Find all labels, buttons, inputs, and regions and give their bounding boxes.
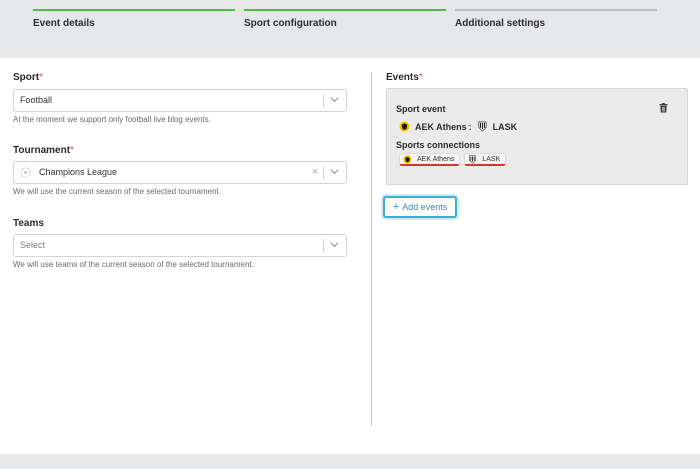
sports-connections-title: Sports connections [396,140,481,150]
required-mark: * [418,72,423,83]
tournament-select-value: Champions League [39,167,118,177]
step-event-details[interactable]: Event details [33,9,235,33]
sport-label: Sport* [13,72,43,83]
connection-chip-lask[interactable]: LASK [464,153,507,166]
champions-league-icon [20,167,31,178]
connection-chip-label: LASK [482,155,501,163]
sport-event-card: Sport event AEK Athens : LASK Sports con… [386,88,688,185]
aek-athens-logo-icon [403,154,412,164]
events-label-text: Events [386,72,419,83]
select-separator [323,239,324,252]
select-separator [323,94,324,107]
lask-logo-icon [469,154,477,164]
chevron-down-icon[interactable] [329,239,340,250]
step-progress-bar [244,9,446,11]
sport-select[interactable]: Football [13,89,347,112]
home-team-name: AEK Athens [415,121,467,132]
sport-hint: At the moment we support only football l… [13,115,211,124]
tournament-select[interactable]: Champions League × [13,161,347,184]
step-progress-bar [455,9,657,11]
required-mark: * [39,72,44,83]
lask-logo-icon [478,121,487,132]
add-events-button[interactable]: + Add events [383,196,457,218]
chevron-down-icon[interactable] [329,94,340,105]
tournament-label: Tournament* [13,145,74,156]
teams-hint: We will use teams of the current season … [13,260,254,269]
step-progress-bar [33,9,235,11]
teams-label: Teams [13,218,44,229]
sport-label-text: Sport [13,72,40,83]
tournament-label-text: Tournament [13,145,71,156]
step-label: Sport configuration [244,18,337,29]
step-label: Additional settings [455,18,545,29]
connection-chip-label: AEK Athens [417,155,455,163]
column-divider [371,72,372,426]
step-additional-settings[interactable]: Additional settings [455,9,657,33]
tournament-hint: We will use the current season of the se… [13,187,221,196]
sport-select-value: Football [20,95,53,105]
step-sport-configuration[interactable]: Sport configuration [244,9,446,33]
teams-select[interactable]: Select [13,234,347,257]
connection-chip-aek-athens[interactable]: AEK Athens [399,153,461,166]
stepper: Event details Sport configuration Additi… [0,0,700,33]
aek-athens-logo-icon [399,121,410,132]
select-separator [323,166,324,179]
clear-icon[interactable]: × [312,166,318,178]
trash-icon[interactable] [659,103,668,113]
chevron-down-icon[interactable] [329,166,340,177]
form-card: Sport* Football At the moment we support… [0,58,700,454]
match-separator: : [468,121,472,132]
sport-event-title: Sport event [396,104,446,114]
add-events-label: Add events [402,202,448,212]
events-label: Events* [386,72,423,83]
away-team-name: LASK [492,121,518,132]
step-label: Event details [33,18,95,29]
sports-connections-list: AEK Athens LASK [399,153,507,166]
plus-icon: + [392,201,400,213]
teams-select-placeholder: Select [20,240,46,250]
event-match: AEK Athens : LASK [399,121,517,132]
required-mark: * [70,145,74,156]
